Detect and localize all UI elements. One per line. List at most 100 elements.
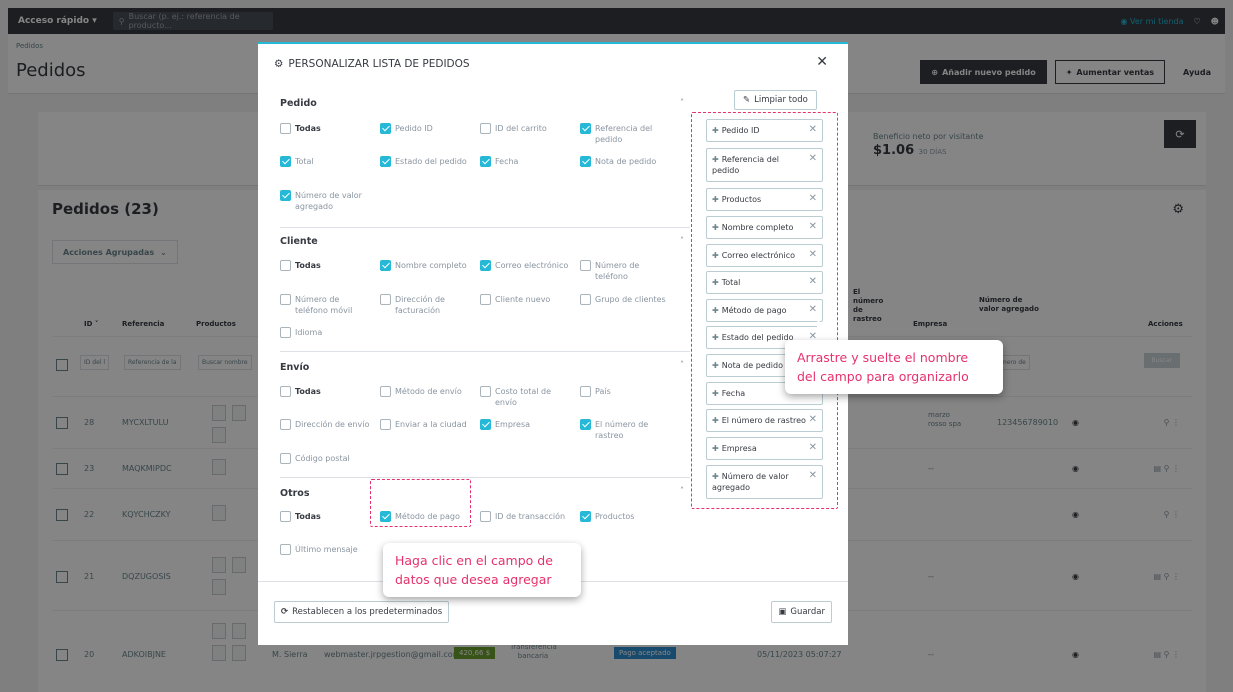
option-label: Todas bbox=[295, 387, 321, 396]
chevron-up-icon[interactable]: ˄ bbox=[680, 360, 684, 369]
checkbox[interactable] bbox=[280, 190, 291, 201]
checkbox[interactable] bbox=[280, 386, 291, 397]
option-referencia[interactable]: Referencia del pedido bbox=[580, 123, 672, 145]
section-title: Envío bbox=[280, 362, 310, 373]
option-estado[interactable]: Estado del pedido bbox=[380, 156, 472, 167]
checkbox[interactable] bbox=[580, 156, 591, 167]
checkbox[interactable] bbox=[380, 260, 391, 271]
drag-area-highlight bbox=[691, 112, 838, 509]
checkbox[interactable] bbox=[380, 386, 391, 397]
option-idioma[interactable]: Idioma bbox=[280, 327, 372, 338]
option-id-transaccion[interactable]: ID de transacción bbox=[480, 511, 572, 522]
option-label: Correo electrónico bbox=[495, 261, 569, 270]
save-button[interactable]: ▣ Guardar bbox=[771, 601, 832, 623]
option-telefono[interactable]: Número de teléfono bbox=[580, 260, 672, 282]
close-icon[interactable]: ✕ bbox=[816, 54, 828, 70]
option-total[interactable]: Total bbox=[280, 156, 372, 167]
section-pedido: Pedido ˄ Todas Pedido ID ID del carrito … bbox=[280, 92, 690, 228]
option-label: Código postal bbox=[295, 454, 350, 463]
option-todas[interactable]: Todas bbox=[280, 386, 372, 397]
checkbox[interactable] bbox=[280, 123, 291, 134]
section-title: Cliente bbox=[280, 236, 318, 247]
option-ciudad[interactable]: Enviar a la ciudad bbox=[380, 419, 472, 430]
checkbox[interactable] bbox=[280, 419, 291, 430]
save-label: Guardar bbox=[790, 607, 825, 617]
checkbox[interactable] bbox=[280, 156, 291, 167]
checkbox[interactable] bbox=[580, 260, 591, 271]
checkbox[interactable] bbox=[580, 386, 591, 397]
checkbox[interactable] bbox=[280, 260, 291, 271]
option-label: Número de valor agregado bbox=[295, 191, 362, 211]
reset-defaults-button[interactable]: ⟳ Restablecen a los predeterminados bbox=[274, 601, 450, 623]
checkbox[interactable] bbox=[480, 123, 491, 134]
checkbox[interactable] bbox=[480, 294, 491, 305]
section-envio: Envío ˄ Todas Método de envío Costo tota… bbox=[280, 352, 690, 478]
checkbox[interactable] bbox=[380, 419, 391, 430]
checkbox[interactable] bbox=[380, 156, 391, 167]
option-label: Enviar a la ciudad bbox=[395, 420, 467, 429]
option-label: ID del carrito bbox=[495, 124, 547, 133]
option-cliente-nuevo[interactable]: Cliente nuevo bbox=[480, 294, 572, 305]
option-productos[interactable]: Productos bbox=[580, 511, 672, 522]
checkbox[interactable] bbox=[580, 511, 591, 522]
option-pais[interactable]: País bbox=[580, 386, 672, 397]
option-id-carrito[interactable]: ID del carrito bbox=[480, 123, 572, 134]
checkbox[interactable] bbox=[480, 386, 491, 397]
checkbox[interactable] bbox=[480, 260, 491, 271]
option-label: Costo total de envío bbox=[495, 387, 552, 407]
checkbox[interactable] bbox=[380, 294, 391, 305]
option-pedido-id[interactable]: Pedido ID bbox=[380, 123, 472, 134]
click-area-highlight bbox=[370, 479, 471, 527]
option-direccion-envio[interactable]: Dirección de envío bbox=[280, 419, 372, 430]
option-label: Nombre completo bbox=[395, 261, 467, 270]
checkbox[interactable] bbox=[480, 511, 491, 522]
option-label: Todas bbox=[295, 512, 321, 521]
modal-title-text: PERSONALIZAR LISTA DE PEDIDOS bbox=[288, 58, 470, 70]
option-empresa[interactable]: Empresa bbox=[480, 419, 572, 430]
checkbox[interactable] bbox=[280, 544, 291, 555]
option-label: ID de transacción bbox=[495, 512, 566, 521]
chevron-up-icon[interactable]: ˄ bbox=[680, 236, 684, 245]
option-costo-envio[interactable]: Costo total de envío bbox=[480, 386, 572, 408]
option-fecha[interactable]: Fecha bbox=[480, 156, 572, 167]
modal-title: ⚙ PERSONALIZAR LISTA DE PEDIDOS bbox=[274, 58, 470, 70]
option-metodo-envio[interactable]: Método de envío bbox=[380, 386, 472, 397]
checkbox[interactable] bbox=[480, 156, 491, 167]
gear-icon: ⚙ bbox=[274, 58, 284, 70]
floppy-icon: ▣ bbox=[778, 607, 787, 617]
checkbox[interactable] bbox=[280, 294, 291, 305]
checkbox[interactable] bbox=[380, 123, 391, 134]
option-label: Productos bbox=[595, 512, 635, 521]
option-codigo-postal[interactable]: Código postal bbox=[280, 453, 372, 464]
checkbox[interactable] bbox=[580, 123, 591, 134]
clear-all-button[interactable]: ✎ Limpiar todo bbox=[734, 90, 817, 110]
option-vat[interactable]: Número de valor agregado bbox=[280, 190, 372, 212]
reset-defaults-label: Restablecen a los predeterminados bbox=[292, 607, 443, 617]
section-title: Pedido bbox=[280, 98, 317, 109]
option-label: Nota de pedido bbox=[595, 157, 657, 166]
option-label: Estado del pedido bbox=[395, 157, 467, 166]
chevron-up-icon[interactable]: ˄ bbox=[680, 486, 684, 495]
option-ultimo-mensaje[interactable]: Último mensaje bbox=[280, 544, 372, 555]
option-label: Referencia del pedido bbox=[595, 124, 653, 144]
option-rastreo[interactable]: El número de rastreo bbox=[580, 419, 672, 441]
option-todas[interactable]: Todas bbox=[280, 260, 372, 271]
section-cliente: Cliente ˄ Todas Nombre completo Correo e… bbox=[280, 228, 690, 352]
option-nombre[interactable]: Nombre completo bbox=[380, 260, 472, 271]
option-nota[interactable]: Nota de pedido bbox=[580, 156, 672, 167]
checkbox[interactable] bbox=[580, 294, 591, 305]
option-movil[interactable]: Número de teléfono móvil bbox=[280, 294, 372, 316]
option-grupo[interactable]: Grupo de clientes bbox=[580, 294, 672, 305]
option-label: Total bbox=[295, 157, 314, 166]
option-correo[interactable]: Correo electrónico bbox=[480, 260, 572, 271]
option-todas[interactable]: Todas bbox=[280, 511, 372, 522]
checkbox[interactable] bbox=[580, 419, 591, 430]
option-label: Idioma bbox=[295, 328, 323, 337]
checkbox[interactable] bbox=[280, 511, 291, 522]
checkbox[interactable] bbox=[280, 327, 291, 338]
checkbox[interactable] bbox=[480, 419, 491, 430]
checkbox[interactable] bbox=[280, 453, 291, 464]
option-facturacion[interactable]: Dirección de facturación bbox=[380, 294, 472, 316]
chevron-up-icon[interactable]: ˄ bbox=[680, 98, 684, 107]
option-todas[interactable]: Todas bbox=[280, 123, 372, 134]
